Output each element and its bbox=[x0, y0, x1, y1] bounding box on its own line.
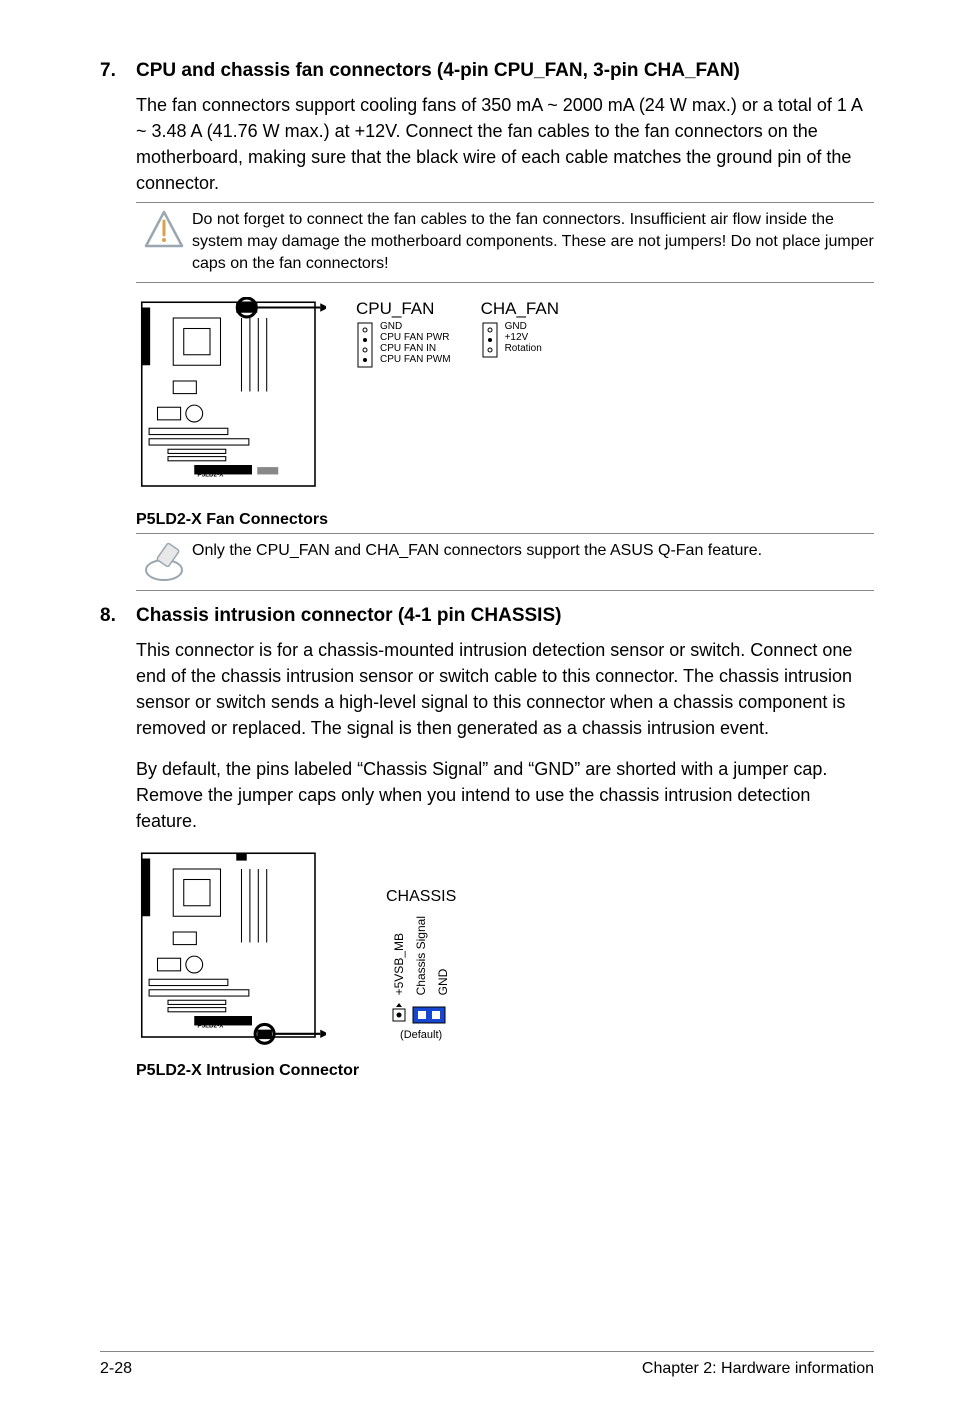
section7-note: Only the CPU_FAN and CHA_FAN connectors … bbox=[136, 533, 874, 591]
cpu-fan-header-icon bbox=[356, 321, 374, 371]
section8-body2: By default, the pins labeled “Chassis Si… bbox=[136, 756, 874, 834]
chassis-pin-2: GND bbox=[436, 916, 450, 995]
chassis-pin-0: +5VSB_MB bbox=[392, 916, 406, 995]
svg-text:P5LD2-X: P5LD2-X bbox=[197, 472, 224, 479]
chassis-diagram-caption: P5LD2-X Intrusion Connector bbox=[136, 1062, 874, 1080]
cpu-fan-pin-1: CPU FAN PWR bbox=[380, 332, 451, 343]
cha-fan-pin-2: Rotation bbox=[505, 343, 542, 354]
cpu-fan-pin-3: CPU FAN PWM bbox=[380, 354, 451, 365]
cpu-fan-pin-0: GND bbox=[380, 321, 451, 332]
footer-right: Chapter 2: Hardware information bbox=[642, 1360, 874, 1378]
section7-body: The fan connectors support cooling fans … bbox=[136, 92, 874, 196]
motherboard-outline: P5LD2-X bbox=[136, 297, 326, 507]
section7-note-text: Only the CPU_FAN and CHA_FAN connectors … bbox=[192, 540, 874, 562]
chassis-intrusion-diagram: P5LD2-X CHASSIS +5VSB_MB Chassis Signal … bbox=[136, 848, 874, 1080]
cha-fan-pin-1: +12V bbox=[505, 332, 542, 343]
chassis-default: (Default) bbox=[400, 1029, 442, 1041]
section8-body1: This connector is for a chassis-mounted … bbox=[136, 637, 874, 741]
motherboard-outline-2: P5LD2-X bbox=[136, 848, 326, 1058]
fan-diagram-caption: P5LD2-X Fan Connectors bbox=[136, 511, 874, 529]
cpu-fan-title: CPU_FAN bbox=[356, 299, 451, 319]
section8-heading: 8. Chassis intrusion connector (4-1 pin … bbox=[100, 605, 874, 627]
section8-num: 8. bbox=[100, 605, 136, 627]
pencil-icon bbox=[136, 540, 192, 582]
jumper-icon bbox=[391, 1001, 451, 1027]
cpu-fan-pin-2: CPU FAN IN bbox=[380, 343, 451, 354]
chassis-title: CHASSIS bbox=[386, 888, 456, 906]
section8-title: Chassis intrusion connector (4-1 pin CHA… bbox=[136, 605, 874, 627]
chassis-pin-1: Chassis Signal bbox=[414, 916, 428, 995]
fan-connectors-diagram: P5LD2-X CPU_FAN GND bbox=[136, 297, 874, 529]
svg-text:P5LD2-X: P5LD2-X bbox=[197, 1022, 224, 1029]
cha-fan-pin-0: GND bbox=[505, 321, 542, 332]
section7-warning-text: Do not forget to connect the fan cables … bbox=[192, 209, 874, 274]
warning-icon bbox=[136, 209, 192, 251]
cha-fan-group: CHA_FAN GND +12V Rotation bbox=[481, 299, 559, 361]
chassis-connector-detail: CHASSIS +5VSB_MB Chassis Signal GND bbox=[386, 888, 456, 1041]
page-footer: 2-28 Chapter 2: Hardware information bbox=[100, 1351, 874, 1378]
cha-fan-title: CHA_FAN bbox=[481, 299, 559, 319]
cpu-fan-group: CPU_FAN GND CPU FAN PWR CPU FAN IN CPU F… bbox=[356, 299, 451, 371]
section7-num: 7. bbox=[100, 60, 136, 82]
footer-left: 2-28 bbox=[100, 1360, 132, 1378]
section7-heading: 7. CPU and chassis fan connectors (4-pin… bbox=[100, 60, 874, 82]
section7-title: CPU and chassis fan connectors (4-pin CP… bbox=[136, 60, 874, 82]
section7-warning: Do not forget to connect the fan cables … bbox=[136, 202, 874, 283]
cha-fan-header-icon bbox=[481, 321, 499, 361]
